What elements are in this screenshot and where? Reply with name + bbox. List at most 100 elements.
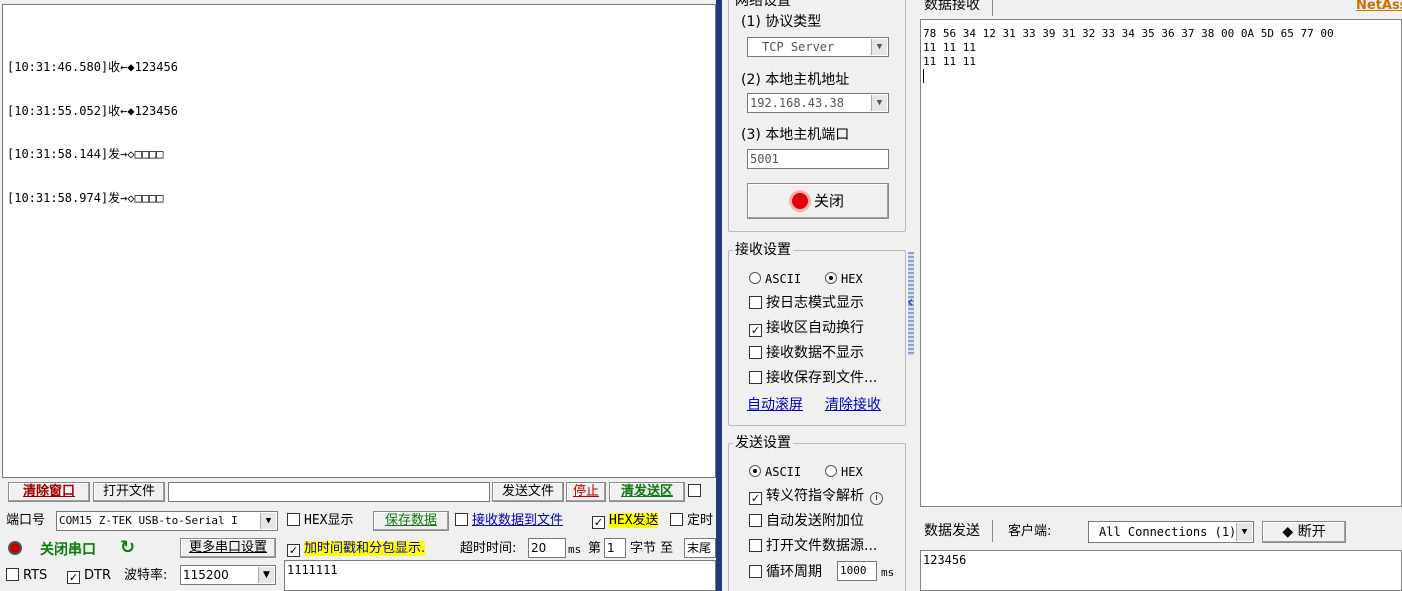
host-label: (2) 本地主机地址 xyxy=(741,72,850,88)
log-mode-checkbox[interactable]: 按日志模式显示 xyxy=(749,294,864,312)
protocol-label: (1) 协议类型 xyxy=(741,14,822,30)
text-cursor xyxy=(923,69,924,83)
net-receive-area[interactable]: 78 56 34 12 31 33 39 31 32 33 34 35 36 3… xyxy=(920,19,1402,507)
arrow-left-icon: ◆ xyxy=(1282,524,1294,540)
auto-wrap-checkbox[interactable]: ✓ 接收区自动换行 xyxy=(749,319,864,337)
byte-end-select[interactable]: 末尾 xyxy=(684,538,716,558)
host-select[interactable]: 192.168.43.38 ▼ xyxy=(747,93,889,113)
checked-checkbox-icon: ✓ xyxy=(287,544,300,557)
send-settings-title: 发送设置 xyxy=(733,435,793,451)
dropdown-arrow-icon[interactable]: ▼ xyxy=(260,513,276,529)
radio-icon xyxy=(825,465,837,477)
recv-hex-radio[interactable]: HEX xyxy=(825,270,863,288)
timed-send-checkbox[interactable]: 定时 xyxy=(670,512,713,530)
tab-data-receive[interactable]: 数据接收 xyxy=(924,0,980,14)
close-connection-button[interactable]: 关闭 xyxy=(747,183,889,219)
net-assistant-window: 网络设置 (1) 协议类型 TCP Server ▼ (2) 本地主机地址 19… xyxy=(722,0,1402,591)
clear-send-area-button[interactable]: 清发送区 xyxy=(609,482,685,502)
hex-send-checkbox[interactable]: ✓ HEX发送 xyxy=(592,512,659,530)
escape-parse-checkbox[interactable]: ✓ 转义符指令解析 i xyxy=(749,487,883,505)
info-icon[interactable]: i xyxy=(870,492,883,505)
checked-checkbox-icon: ✓ xyxy=(749,492,762,505)
checkbox-icon xyxy=(6,568,19,581)
clear-window-button[interactable]: 清除窗口 xyxy=(8,482,90,502)
checkbox-icon xyxy=(688,484,701,497)
recv-line: 11 11 11 xyxy=(923,41,976,54)
status-light-icon xyxy=(791,193,808,209)
timeout-label: 超时时间: xyxy=(460,541,517,556)
collapse-chevron-icon[interactable]: ‹ xyxy=(907,292,914,311)
screen: [10:31:46.580]收←◆123456 [10:31:55.052]收←… xyxy=(0,0,1402,591)
clear-receive-link[interactable]: 清除接收 xyxy=(825,396,881,414)
dropdown-arrow-icon[interactable]: ▼ xyxy=(871,39,887,55)
timeout-input[interactable]: 20 xyxy=(528,538,566,558)
tab-separator xyxy=(992,520,993,542)
client-label: 客户端: xyxy=(1008,524,1052,539)
serial-receive-log[interactable]: [10:31:46.580]收←◆123456 [10:31:55.052]收←… xyxy=(2,4,716,478)
protocol-select[interactable]: TCP Server ▼ xyxy=(747,37,889,57)
dropdown-arrow-icon[interactable]: ▼ xyxy=(1236,523,1252,541)
save-to-file-checkbox[interactable]: 接收保存到文件... xyxy=(749,369,877,387)
log-line: [10:31:46.580]收←◆123456 xyxy=(7,60,178,74)
hex-display-checkbox[interactable]: HEX显示 xyxy=(287,512,353,530)
send-hex-radio[interactable]: HEX xyxy=(825,463,863,481)
host-value: 192.168.43.38 xyxy=(750,96,844,110)
recv-to-file-checkbox[interactable]: 接收数据到文件 xyxy=(455,512,563,530)
checkbox-icon xyxy=(749,371,762,384)
timestamp-checkbox[interactable]: ✓ 加时间戳和分包显示. xyxy=(287,540,426,558)
cycle-checkbox[interactable]: 循环周期 xyxy=(749,563,822,581)
network-settings-group: 网络设置 (1) 协议类型 TCP Server ▼ (2) 本地主机地址 19… xyxy=(728,0,906,232)
tab-separator xyxy=(992,0,993,16)
connections-select[interactable]: All Connections (1) ▼ xyxy=(1088,521,1254,543)
dropdown-arrow-icon[interactable]: ▼ xyxy=(871,95,887,111)
disconnect-button[interactable]: ◆ 断开 xyxy=(1262,521,1346,543)
log-line: [10:31:58.974]发→◇□□□□ xyxy=(7,190,164,205)
open-file-button[interactable]: 打开文件 xyxy=(93,482,165,502)
checkbox-icon xyxy=(455,513,468,526)
receive-settings-group: 接收设置 ASCII HEX 按日志模式显示 ✓ 接收区自动换行 接收数据不显示 … xyxy=(728,242,906,426)
recv-ascii-radio[interactable]: ASCII xyxy=(749,270,801,288)
no-display-checkbox[interactable]: 接收数据不显示 xyxy=(749,344,864,362)
serial-send-textarea[interactable]: 1111111 xyxy=(284,560,716,591)
byte-start-input[interactable]: 1 xyxy=(604,538,626,558)
receive-settings-title: 接收设置 xyxy=(733,242,793,258)
tab-data-send[interactable]: 数据发送 xyxy=(924,522,980,540)
checkbox-icon xyxy=(749,514,762,527)
radio-selected-icon xyxy=(749,465,761,477)
save-data-button[interactable]: 保存数据 xyxy=(373,511,449,531)
protocol-value: TCP Server xyxy=(762,40,835,54)
cycle-input[interactable]: 1000 xyxy=(837,561,877,581)
checkbox-icon xyxy=(287,513,300,526)
auto-scroll-link[interactable]: 自动滚屏 xyxy=(747,396,803,414)
overflow-checkbox[interactable] xyxy=(688,483,705,501)
send-file-button[interactable]: 发送文件 xyxy=(492,482,564,502)
file-path-field[interactable] xyxy=(168,482,490,502)
local-port-input[interactable]: 5001 xyxy=(747,149,889,169)
radio-icon xyxy=(749,272,761,284)
baud-select[interactable]: 115200 ▼ xyxy=(180,565,276,585)
log-line: [10:31:55.052]收←◆123456 xyxy=(7,103,178,118)
net-send-textarea[interactable]: 123456 xyxy=(920,550,1402,591)
more-settings-button[interactable]: 更多串口设置 xyxy=(180,538,276,558)
port-select[interactable]: COM15 Z-TEK USB-to-Serial I ▼ xyxy=(56,511,278,531)
cycle-unit: ms xyxy=(881,566,895,579)
checkbox-icon xyxy=(749,296,762,309)
dtr-checkbox[interactable]: ✓ DTR xyxy=(67,567,111,585)
log-line: [10:31:58.144]发→◇□□□□ xyxy=(7,147,164,161)
send-ascii-radio[interactable]: ASCII xyxy=(749,463,801,481)
refresh-icon[interactable]: ↻ xyxy=(120,539,135,557)
byte-start-label: 第 xyxy=(588,541,602,556)
brand-link[interactable]: NetAss xyxy=(1356,0,1402,15)
recv-line: 78 56 34 12 31 33 39 31 32 33 34 35 36 3… xyxy=(923,27,1334,40)
stop-button[interactable]: 停止 xyxy=(566,482,606,502)
open-file-source-checkbox[interactable]: 打开文件数据源... xyxy=(749,537,877,555)
checkbox-icon xyxy=(749,565,762,578)
auto-append-checkbox[interactable]: 自动发送附加位 xyxy=(749,512,864,530)
dropdown-arrow-icon[interactable]: ▼ xyxy=(258,567,274,583)
timeout-unit: ms xyxy=(568,543,582,556)
checkbox-icon xyxy=(749,346,762,359)
close-port-button[interactable]: 关闭串口 xyxy=(40,541,96,559)
port-status-icon xyxy=(8,541,22,559)
rts-checkbox[interactable]: RTS xyxy=(6,567,47,585)
checkbox-icon xyxy=(670,513,683,526)
